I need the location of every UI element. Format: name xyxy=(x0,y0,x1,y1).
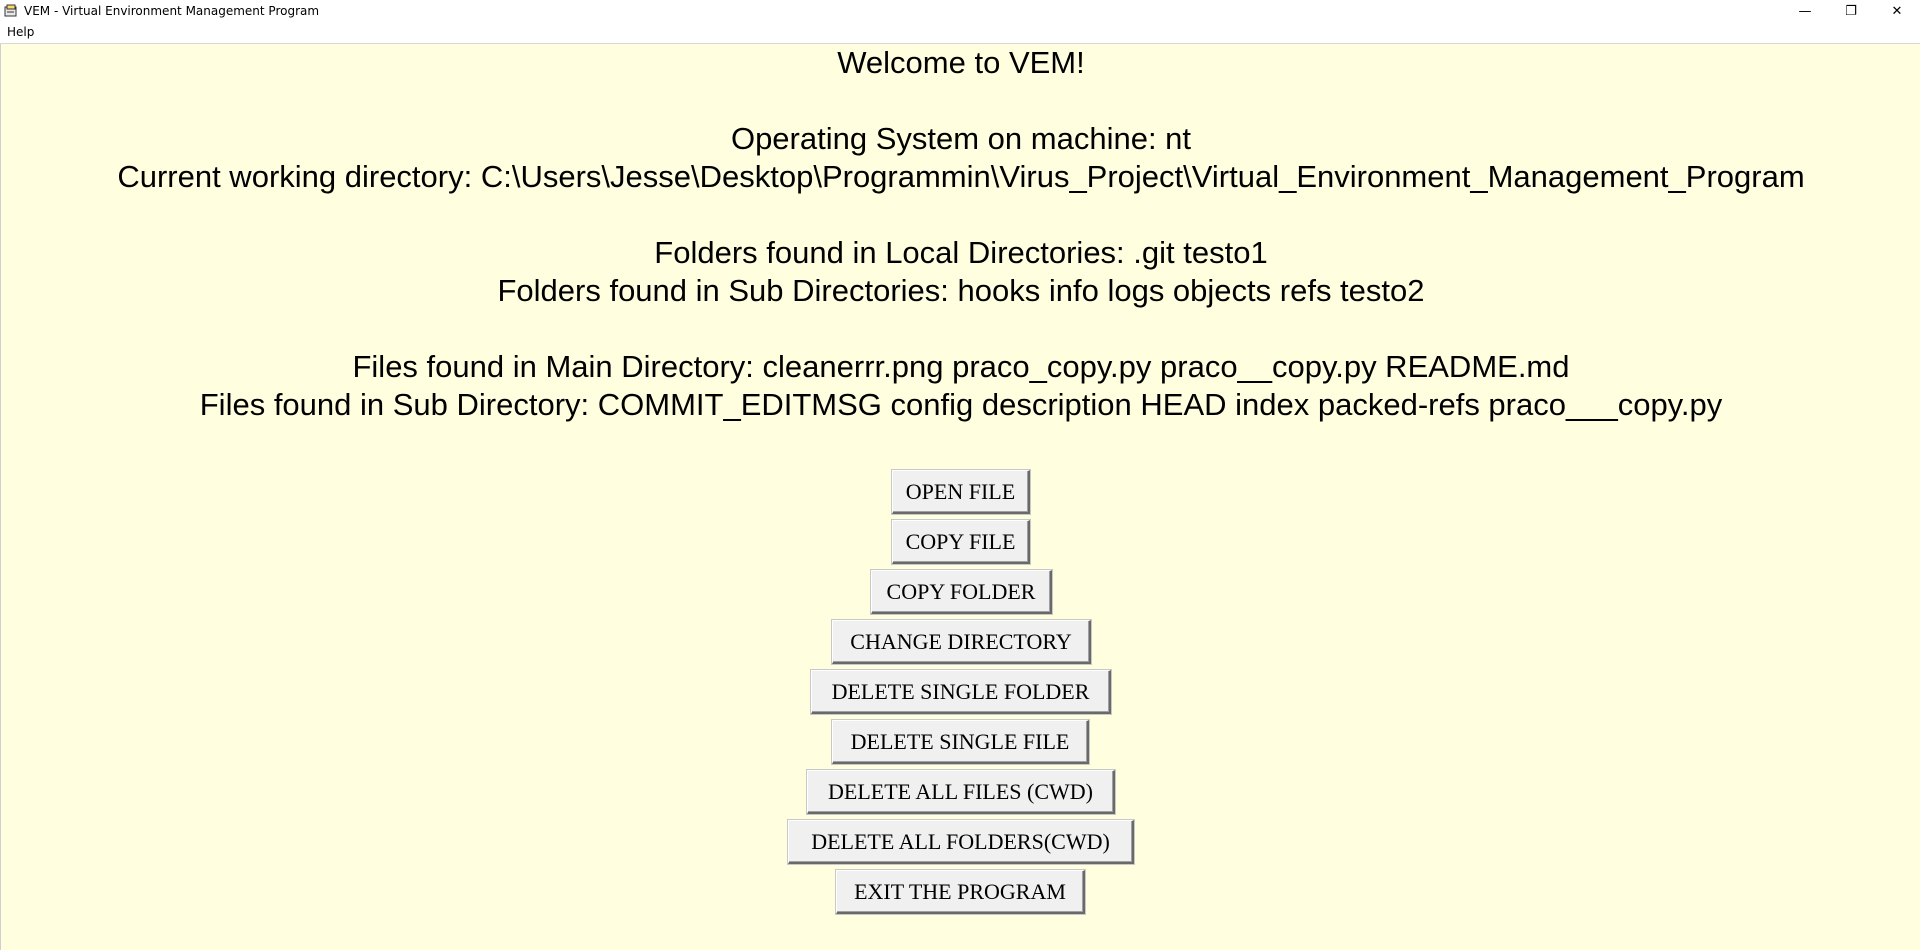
copy-file-button[interactable]: COPY FILE xyxy=(892,520,1030,564)
os-info: Operating System on machine: nt xyxy=(730,121,1192,156)
delete-single-file-button[interactable]: DELETE SINGLE FILE xyxy=(832,720,1089,764)
app-icon[interactable] xyxy=(4,4,18,18)
minimize-button[interactable]: — xyxy=(1782,0,1828,22)
minimize-icon: — xyxy=(1798,3,1812,19)
main-files-info: Files found in Main Directory: cleanerrr… xyxy=(352,349,1570,384)
delete-all-files-button[interactable]: DELETE ALL FILES (CWD) xyxy=(807,770,1115,814)
close-icon: ✕ xyxy=(1891,3,1903,19)
local-folders-info: Folders found in Local Directories: .git… xyxy=(654,235,1268,270)
restore-button[interactable]: ❐ xyxy=(1828,0,1874,22)
menu-item-help[interactable]: Help xyxy=(7,25,34,39)
close-button[interactable]: ✕ xyxy=(1874,0,1920,22)
window-controls: — ❐ ✕ xyxy=(1782,0,1920,22)
menu-bar: Help xyxy=(0,22,1920,44)
sub-files-info: Files found in Sub Directory: COMMIT_EDI… xyxy=(199,387,1723,422)
main-panel: Welcome to VEM! Operating System on mach… xyxy=(0,44,1920,950)
delete-single-folder-button[interactable]: DELETE SINGLE FOLDER xyxy=(811,670,1111,714)
change-directory-button[interactable]: CHANGE DIRECTORY xyxy=(832,620,1091,664)
exit-button[interactable]: EXIT THE PROGRAM xyxy=(836,870,1085,914)
open-file-button[interactable]: OPEN FILE xyxy=(892,470,1030,514)
sub-folders-info: Folders found in Sub Directories: hooks … xyxy=(497,273,1425,308)
restore-icon: ❐ xyxy=(1845,3,1857,19)
welcome-heading: Welcome to VEM! xyxy=(837,45,1085,80)
title-bar: VEM - Virtual Environment Management Pro… xyxy=(0,0,1920,22)
window-title: VEM - Virtual Environment Management Pro… xyxy=(24,4,320,18)
copy-folder-button[interactable]: COPY FOLDER xyxy=(871,570,1052,614)
cwd-info: Current working directory: C:\Users\Jess… xyxy=(117,159,1805,194)
delete-all-folders-button[interactable]: DELETE ALL FOLDERS(CWD) xyxy=(788,820,1134,864)
